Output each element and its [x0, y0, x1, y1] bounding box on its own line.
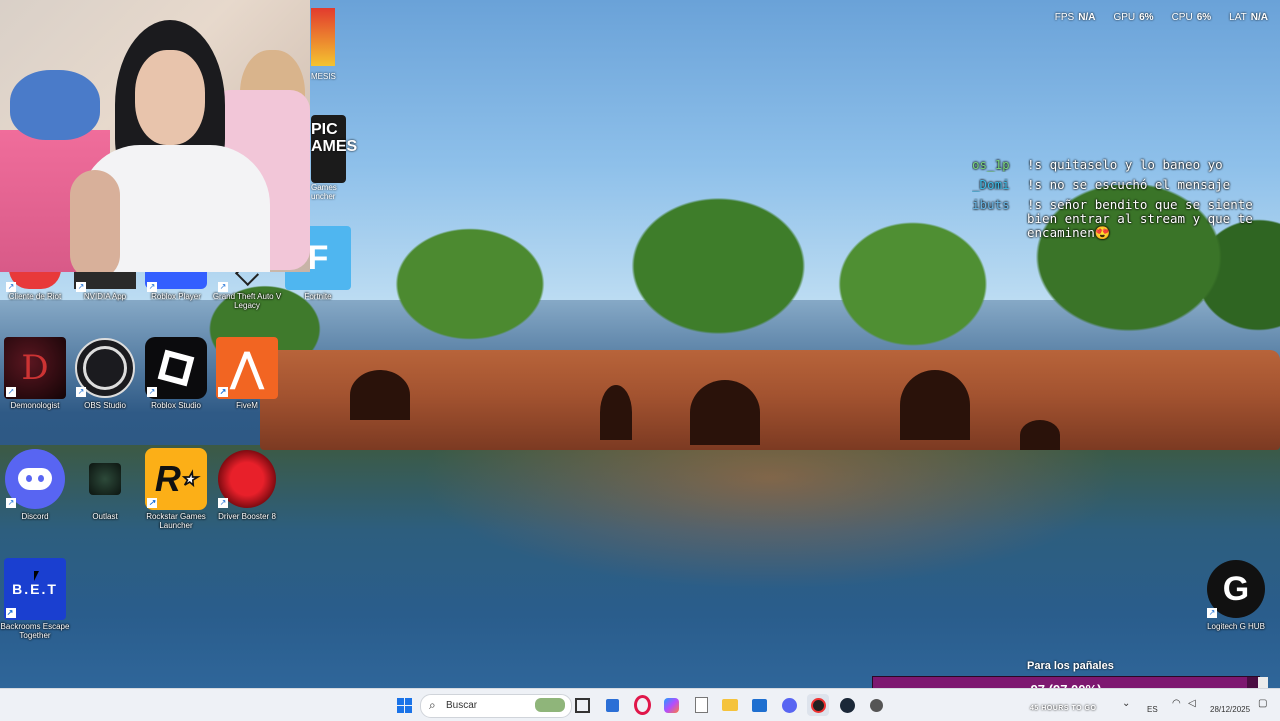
discord-icon: [781, 697, 797, 713]
search-placeholder: Buscar: [446, 700, 478, 711]
store-icon: [605, 698, 619, 712]
file-explorer-button[interactable]: [719, 694, 741, 716]
logitech-g-icon: G ↗: [1205, 558, 1267, 620]
obs-icon: [810, 697, 826, 713]
desktop-icon-riot[interactable]: ↗ Cliente de Riot: [0, 268, 70, 301]
demonologist-icon: D ↗: [4, 337, 66, 399]
wifi-icon[interactable]: ◠: [1172, 698, 1181, 709]
wallpaper-cliffs: [260, 350, 1280, 450]
tray-chevron-icon[interactable]: ⌄: [1122, 698, 1130, 709]
cave: [690, 380, 760, 445]
discord-taskbar-button[interactable]: [778, 694, 800, 716]
app-taskbar-button[interactable]: [865, 694, 887, 716]
volume-icon[interactable]: ◁: [1188, 698, 1196, 709]
webcam-overlay: [0, 0, 310, 272]
nemesis-label: MESIS: [311, 72, 336, 81]
search-highlight-icon: [535, 698, 565, 712]
roblox-studio-icon: ↗: [145, 337, 207, 399]
desktop-icon-driver-booster[interactable]: ↗ Driver Booster 8: [212, 448, 282, 521]
language-indicator[interactable]: ES: [1147, 705, 1158, 714]
task-view-button[interactable]: [571, 694, 593, 716]
steam-icon: [839, 697, 855, 713]
chat-username: os_1p: [972, 158, 1010, 172]
bet-icon: B.E.T ↗: [4, 558, 66, 620]
outlast-icon: [74, 448, 136, 510]
chat-username: _Domi: [972, 178, 1010, 192]
chat-text: !s señor bendito que se siente bien entr…: [1027, 197, 1253, 240]
mail-icon: [751, 698, 767, 712]
desktop-icon-rockstar[interactable]: R ★ ↗ Rockstar Games Launcher: [141, 448, 211, 530]
taskbar-search[interactable]: ⌕ Buscar: [420, 694, 572, 718]
desktop-icon-roblox-player[interactable]: ↗ Roblox Player: [141, 268, 211, 301]
streamer-face: [135, 50, 205, 145]
fps-stat: FPS N/A: [1054, 12, 1096, 23]
folder-icon: [722, 699, 738, 711]
wallpaper-reflection: [420, 450, 1120, 590]
opera-button[interactable]: [631, 694, 653, 716]
chat-message: os_1p !s quitaselo y lo baneo yo: [972, 158, 1272, 172]
desktop-icon-obs[interactable]: ↗ OBS Studio: [70, 337, 140, 410]
nemesis-icon[interactable]: [311, 8, 335, 66]
chat-text: !s quitaselo y lo baneo yo: [1027, 157, 1223, 172]
obs-taskbar-button[interactable]: [807, 694, 829, 716]
bet-tile-text: B.E.T: [12, 581, 58, 597]
outlook-button[interactable]: [748, 694, 770, 716]
driver-booster-icon: ↗: [216, 448, 278, 510]
store-button[interactable]: [601, 694, 623, 716]
cpu-stat: CPU 6%: [1171, 12, 1212, 23]
webcam-streamer: [70, 20, 270, 272]
file-icon: [694, 697, 708, 713]
desktop-icon-roblox-studio[interactable]: ↗ Roblox Studio: [141, 337, 211, 410]
copilot-button[interactable]: [660, 694, 682, 716]
rockstar-icon: R ★ ↗: [145, 448, 207, 510]
gpu-stat: GPU 6%: [1113, 12, 1154, 23]
goal-hours-remaining: 45 HOURS TO GO: [1030, 705, 1097, 712]
taskbar: ⌕ Buscar 45 HOURS TO GO ⌄ ES ◠ ◁ 28/12/2…: [0, 688, 1280, 721]
search-icon: ⌕: [429, 698, 436, 712]
cave: [600, 385, 632, 440]
chat-message: _Domi !s no se escuchó el mensaje: [972, 178, 1272, 192]
latency-stat: LAT N/A: [1229, 12, 1268, 23]
epic-games-icon[interactable]: PIC AMES: [311, 115, 357, 183]
goal-title: Para los pañales: [1027, 660, 1114, 672]
desktop-icon-outlast[interactable]: Outlast: [70, 448, 140, 521]
cave: [1020, 420, 1060, 450]
chat-message: ibuts !s señor bendito que se siente bie…: [972, 198, 1272, 240]
streamer-arm: [70, 170, 120, 272]
obs-icon: ↗: [74, 337, 136, 399]
steam-taskbar-button[interactable]: [836, 694, 858, 716]
opera-icon: [633, 695, 651, 715]
performance-overlay: FPS N/A GPU 6% CPU 6% LAT N/A: [1055, 12, 1268, 23]
desktop-icon-gta-v[interactable]: ↗ Grand Theft Auto V Legacy: [212, 261, 282, 310]
fivem-icon: ⋀ ↗: [216, 337, 278, 399]
cave: [350, 370, 410, 420]
clock-date[interactable]: 28/12/2025: [1210, 705, 1250, 714]
desktop-icon-nvidia[interactable]: ↗ NVIDIA App: [70, 268, 140, 301]
start-button[interactable]: [393, 694, 415, 716]
windows-icon: [396, 697, 412, 713]
app-icon: [869, 698, 883, 712]
desktop-icon-fivem[interactable]: ⋀ ↗ FiveM: [212, 337, 282, 410]
mouse-cursor: [34, 571, 39, 581]
notepad-button[interactable]: [690, 694, 712, 716]
epic-games-label: Games uncher: [311, 183, 337, 201]
task-view-icon: [574, 697, 590, 713]
stream-chat: os_1p !s quitaselo y lo baneo yo _Domi !…: [972, 158, 1272, 246]
cave: [900, 370, 970, 440]
copilot-icon: [663, 697, 679, 713]
notification-icon[interactable]: ▢: [1258, 698, 1267, 709]
discord-icon: ↗: [4, 448, 66, 510]
chat-username: ibuts: [972, 198, 1010, 212]
desktop-icon-discord[interactable]: ↗ Discord: [0, 448, 70, 521]
chat-text: !s no se escuchó el mensaje: [1027, 177, 1231, 192]
desktop-icon-logitech[interactable]: G ↗ Logitech G HUB: [1201, 558, 1271, 631]
desktop-icon-demonologist[interactable]: D ↗ Demonologist: [0, 337, 70, 410]
